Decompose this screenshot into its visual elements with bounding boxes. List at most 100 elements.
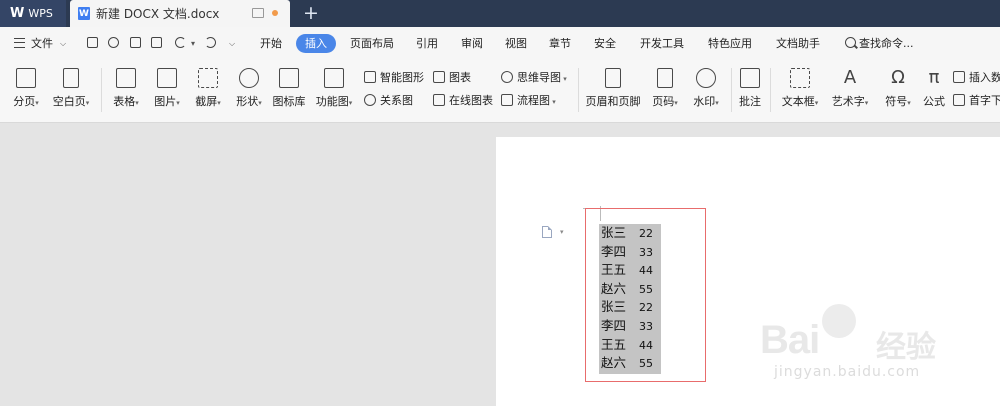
wps-app-tab[interactable]: W WPS — [0, 0, 66, 27]
smart-shape-button[interactable]: 智能图形 — [364, 69, 424, 87]
watermark-label: 水印 — [693, 95, 716, 108]
smart-shape-icon — [364, 71, 376, 83]
textbox-label: 文本框 — [781, 95, 815, 108]
comment-button[interactable]: 批注 — [735, 60, 765, 122]
online-chart-label: 在线图表 — [449, 94, 493, 107]
save-icon[interactable] — [87, 37, 98, 48]
document-tab[interactable]: W 新建 DOCX 文档.docx — [70, 0, 290, 27]
menu-insert[interactable]: 插入 — [296, 34, 336, 53]
menu-developer[interactable]: 开发工具 — [640, 27, 684, 60]
insert-number-button[interactable]: 插入数 — [953, 69, 1000, 87]
online-chart-button[interactable]: 在线图表 — [433, 92, 493, 110]
formula-button[interactable]: π 公式 — [919, 60, 949, 122]
textbox-icon — [790, 68, 810, 88]
smart-shape-label: 智能图形 — [380, 71, 424, 84]
online-chart-icon — [433, 94, 445, 106]
ribbon-separator — [101, 68, 102, 112]
page-number-button[interactable]: 页码▾ — [645, 60, 685, 122]
menu-bar: 文件 ⌵ ▾ ⌵ 开始 插入 页面布局 引用 审阅 视图 章节 安全 开发工具 … — [0, 27, 1000, 60]
menu-features[interactable]: 特色应用 — [708, 27, 752, 60]
icon-library-icon — [279, 68, 299, 88]
table-button[interactable]: 表格▾ — [106, 60, 146, 122]
chevron-down-icon[interactable]: ⌵ — [60, 39, 66, 49]
watermark-icon — [696, 68, 716, 88]
menu-section[interactable]: 章节 — [549, 27, 571, 60]
picture-icon — [157, 68, 177, 88]
relation-chart-label: 关系图 — [380, 94, 413, 107]
shape-label: 形状 — [236, 95, 259, 108]
picture-button[interactable]: 图片▾ — [147, 60, 187, 122]
monitor-icon[interactable] — [252, 8, 264, 18]
insert-number-label: 插入数 — [969, 71, 1000, 84]
symbol-button[interactable]: Ω 符号▾ — [878, 60, 918, 122]
screenshot-icon — [198, 68, 218, 88]
header-footer-icon — [605, 68, 621, 88]
icon-library-button[interactable]: 图标库 — [270, 60, 308, 122]
wordart-icon: A — [843, 67, 857, 88]
mind-map-icon — [501, 71, 513, 83]
header-footer-button[interactable]: 页眉和页脚 — [584, 60, 642, 122]
selection-annotation-box — [585, 208, 706, 382]
picture-label: 图片 — [154, 95, 177, 108]
blank-page-button[interactable]: 空白页▾ — [48, 60, 94, 122]
redo-icon[interactable] — [205, 37, 216, 48]
paragraph-layout-dropdown-icon[interactable]: ▾ — [560, 228, 564, 236]
header-footer-label: 页眉和页脚 — [585, 95, 641, 108]
undo-dropdown-icon[interactable]: ▾ — [191, 39, 195, 48]
unsaved-dot-icon — [272, 10, 278, 16]
search-command[interactable]: 查找命令... — [859, 27, 914, 60]
writer-doc-icon: W — [78, 7, 90, 20]
format-painter-icon[interactable] — [108, 37, 119, 48]
menu-view[interactable]: 视图 — [505, 27, 527, 60]
flowchart-label: 流程图 — [517, 94, 550, 107]
drop-cap-button[interactable]: 首字下 — [953, 92, 1000, 110]
screenshot-button[interactable]: 截屏▾ — [188, 60, 228, 122]
menu-security[interactable]: 安全 — [594, 27, 616, 60]
ribbon-separator — [578, 68, 579, 112]
function-chart-button[interactable]: 功能图▾ — [311, 60, 357, 122]
menu-doc-assistant[interactable]: 文档助手 — [776, 27, 820, 60]
wordart-button[interactable]: A 艺术字▾ — [826, 60, 874, 122]
chart-button[interactable]: 图表 — [433, 69, 471, 87]
comment-icon — [740, 68, 760, 88]
drop-cap-icon — [953, 94, 965, 106]
mind-map-button[interactable]: 思维导图 ▾ — [501, 69, 567, 87]
function-chart-label: 功能图 — [315, 95, 349, 108]
wordart-label: 艺术字 — [831, 95, 865, 108]
blank-page-label: 空白页 — [52, 95, 86, 108]
print-icon[interactable] — [130, 37, 141, 48]
shape-button[interactable]: 形状▾ — [229, 60, 269, 122]
new-tab-button[interactable]: + — [300, 2, 322, 24]
blank-page-icon — [63, 68, 79, 88]
paw-logo-icon — [822, 304, 856, 338]
chart-label: 图表 — [449, 71, 471, 84]
screenshot-label: 截屏 — [195, 95, 218, 108]
relation-chart-button[interactable]: 关系图 — [364, 92, 413, 110]
search-icon[interactable] — [845, 37, 856, 48]
menu-page-layout[interactable]: 页面布局 — [350, 27, 394, 60]
flowchart-icon — [501, 94, 513, 106]
table-icon — [116, 68, 136, 88]
quick-access-dropdown-icon[interactable]: ⌵ — [229, 39, 235, 49]
print-preview-icon[interactable] — [151, 37, 162, 48]
watermark-button[interactable]: 水印▾ — [686, 60, 726, 122]
baidu-watermark-text: Bai — [760, 318, 820, 362]
hamburger-icon[interactable] — [14, 38, 25, 48]
chart-icon — [433, 71, 445, 83]
flowchart-button[interactable]: 流程图 ▾ — [501, 92, 556, 110]
app-label: WPS — [28, 7, 53, 20]
textbox-button[interactable]: 文本框▾ — [776, 60, 824, 122]
omega-icon: Ω — [891, 67, 905, 88]
menu-file[interactable]: 文件 — [31, 27, 53, 60]
menu-start[interactable]: 开始 — [260, 27, 282, 60]
drop-cap-label: 首字下 — [969, 94, 1000, 107]
paragraph-layout-icon[interactable] — [542, 226, 552, 238]
page-break-button[interactable]: 分页▾ — [6, 60, 46, 122]
menu-review[interactable]: 审阅 — [461, 27, 483, 60]
icon-library-label: 图标库 — [272, 95, 306, 108]
menu-references[interactable]: 引用 — [416, 27, 438, 60]
wps-logo-icon: W — [10, 6, 24, 21]
table-label: 表格 — [113, 95, 136, 108]
ribbon-separator — [731, 68, 732, 112]
undo-icon[interactable] — [175, 37, 186, 48]
